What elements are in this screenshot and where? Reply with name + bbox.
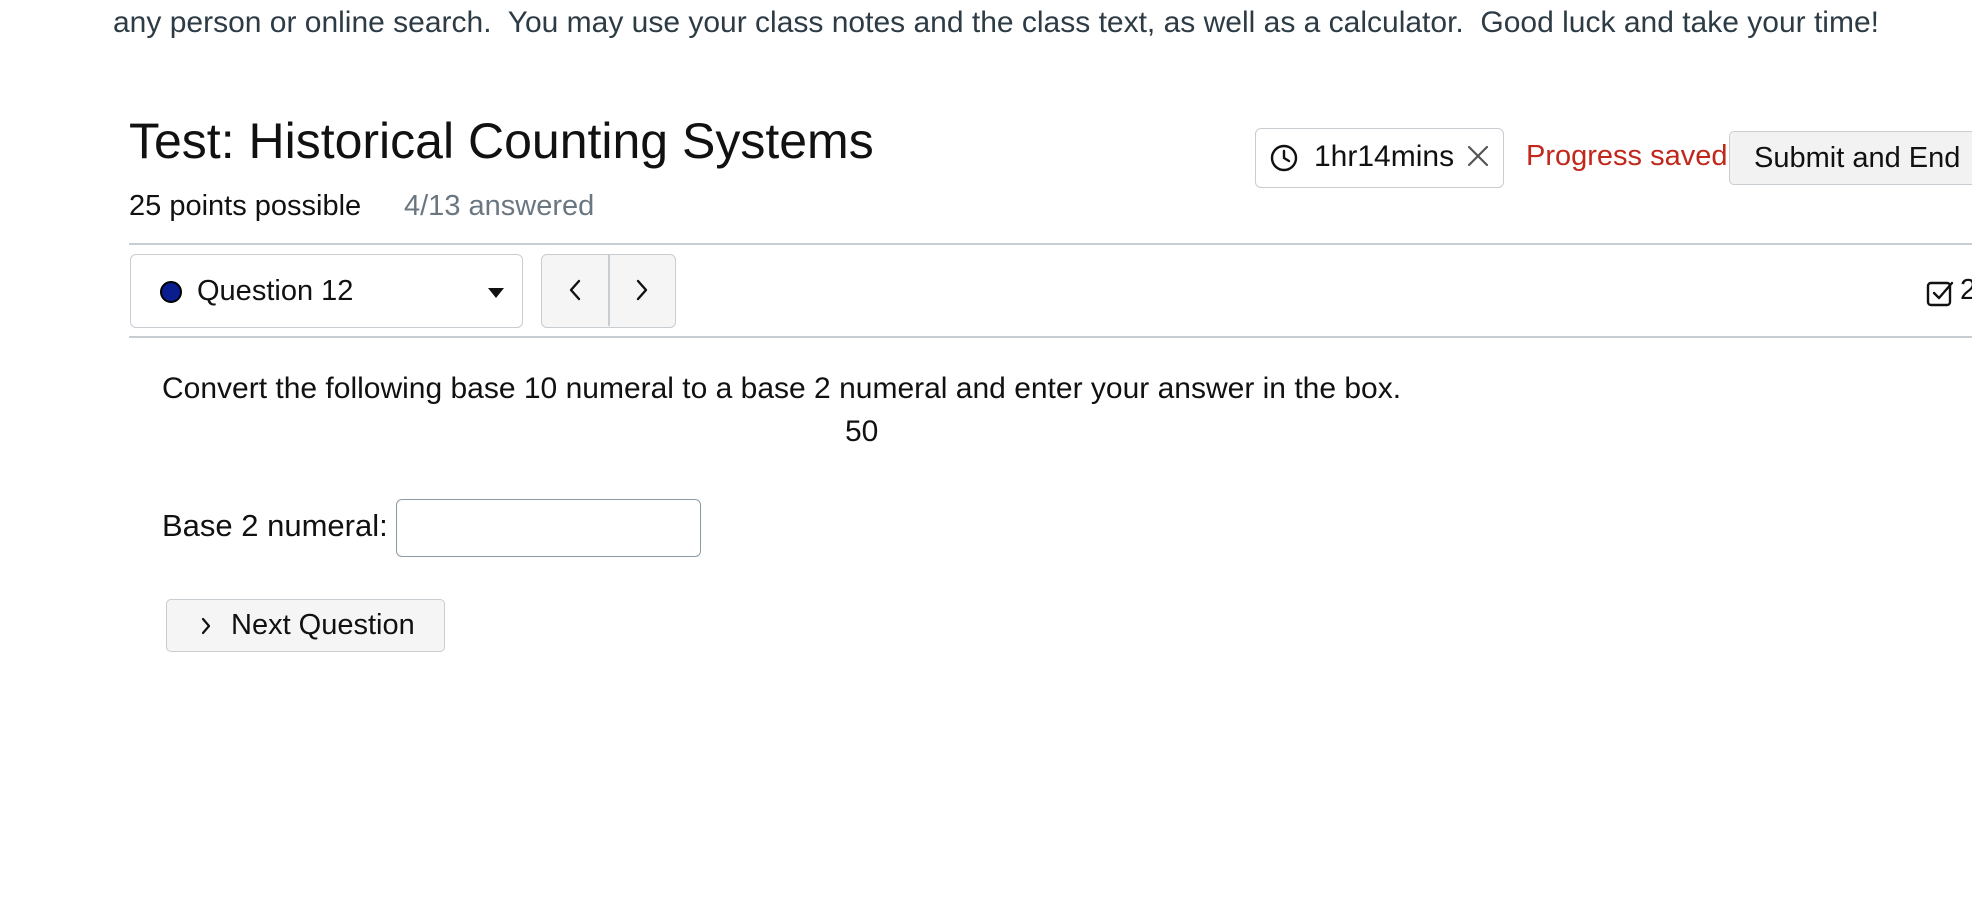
page-title: Test: Historical Counting Systems — [129, 113, 874, 169]
next-question-label: Next Question — [231, 609, 415, 641]
divider — [129, 336, 1972, 338]
chevron-right-icon — [636, 279, 648, 301]
checkbox-icon[interactable] — [1925, 278, 1955, 308]
question-nav-buttons — [541, 254, 676, 328]
question-select-label: Question 12 — [197, 275, 354, 307]
divider — [129, 243, 1972, 245]
next-question-button[interactable]: Next Question — [166, 599, 445, 652]
quiz-page: any person or online search. You may use… — [0, 0, 1972, 918]
question-status-dot — [160, 281, 182, 303]
progress-saved-status: Progress saved — [1526, 140, 1728, 172]
submit-and-end-button[interactable]: Submit and End — [1729, 131, 1972, 185]
question-prompt: Convert the following base 10 numeral to… — [162, 372, 1402, 405]
caret-down-icon — [488, 288, 504, 298]
timer-widget[interactable]: 1hr14mins — [1255, 128, 1504, 188]
close-icon[interactable] — [1465, 143, 1491, 169]
instructions-text: any person or online search. You may use… — [113, 6, 1879, 39]
timer-value: 1hr14mins — [1314, 140, 1455, 173]
answered-marker-text: 2 — [1960, 274, 1972, 306]
points-possible: 25 points possible — [129, 190, 362, 222]
question-numeral: 50 — [845, 415, 879, 448]
answered-count: 4/13 answered — [404, 190, 595, 222]
base2-answer-input[interactable] — [396, 499, 701, 557]
clock-icon — [1269, 143, 1299, 173]
chevron-right-icon — [201, 617, 211, 635]
question-select[interactable]: Question 12 — [130, 254, 523, 328]
answer-label: Base 2 numeral: — [162, 508, 388, 543]
next-question-nav-button[interactable] — [609, 255, 675, 326]
previous-question-button[interactable] — [542, 255, 608, 326]
chevron-left-icon — [569, 279, 581, 301]
